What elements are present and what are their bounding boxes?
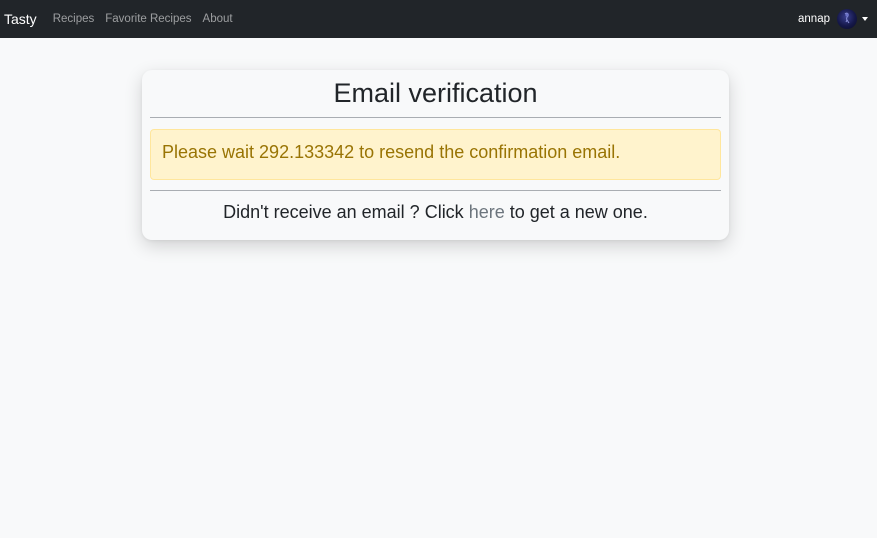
alert-message: Please wait 292.133342 to resend the con… <box>162 142 621 162</box>
username-label: annap <box>798 13 830 25</box>
nav-link-favorite-recipes[interactable]: Favorite Recipes <box>105 13 191 25</box>
avatar <box>837 9 857 29</box>
resend-link[interactable]: here <box>469 202 505 222</box>
user-menu-toggle[interactable]: annap <box>798 0 868 38</box>
resend-prefix-text: Didn't receive an email ? Click <box>223 202 469 222</box>
resend-instructions: Didn't receive an email ? Click here to … <box>150 202 721 223</box>
brand-link[interactable]: Tasty <box>4 11 37 27</box>
nav-link-about[interactable]: About <box>203 13 233 25</box>
divider <box>150 190 721 191</box>
divider <box>150 117 721 118</box>
nav-link-recipes[interactable]: Recipes <box>53 13 95 25</box>
resend-suffix-text: to get a new one. <box>504 202 648 222</box>
top-navbar: Tasty Recipes Favorite Recipes About ann… <box>0 0 877 38</box>
user-avatar-icon <box>844 12 850 24</box>
chevron-down-icon <box>862 17 868 21</box>
resend-wait-alert: Please wait 292.133342 to resend the con… <box>150 129 721 180</box>
page-title: Email verification <box>333 78 538 108</box>
email-verification-card: Email verification Please wait 292.13334… <box>142 70 729 240</box>
